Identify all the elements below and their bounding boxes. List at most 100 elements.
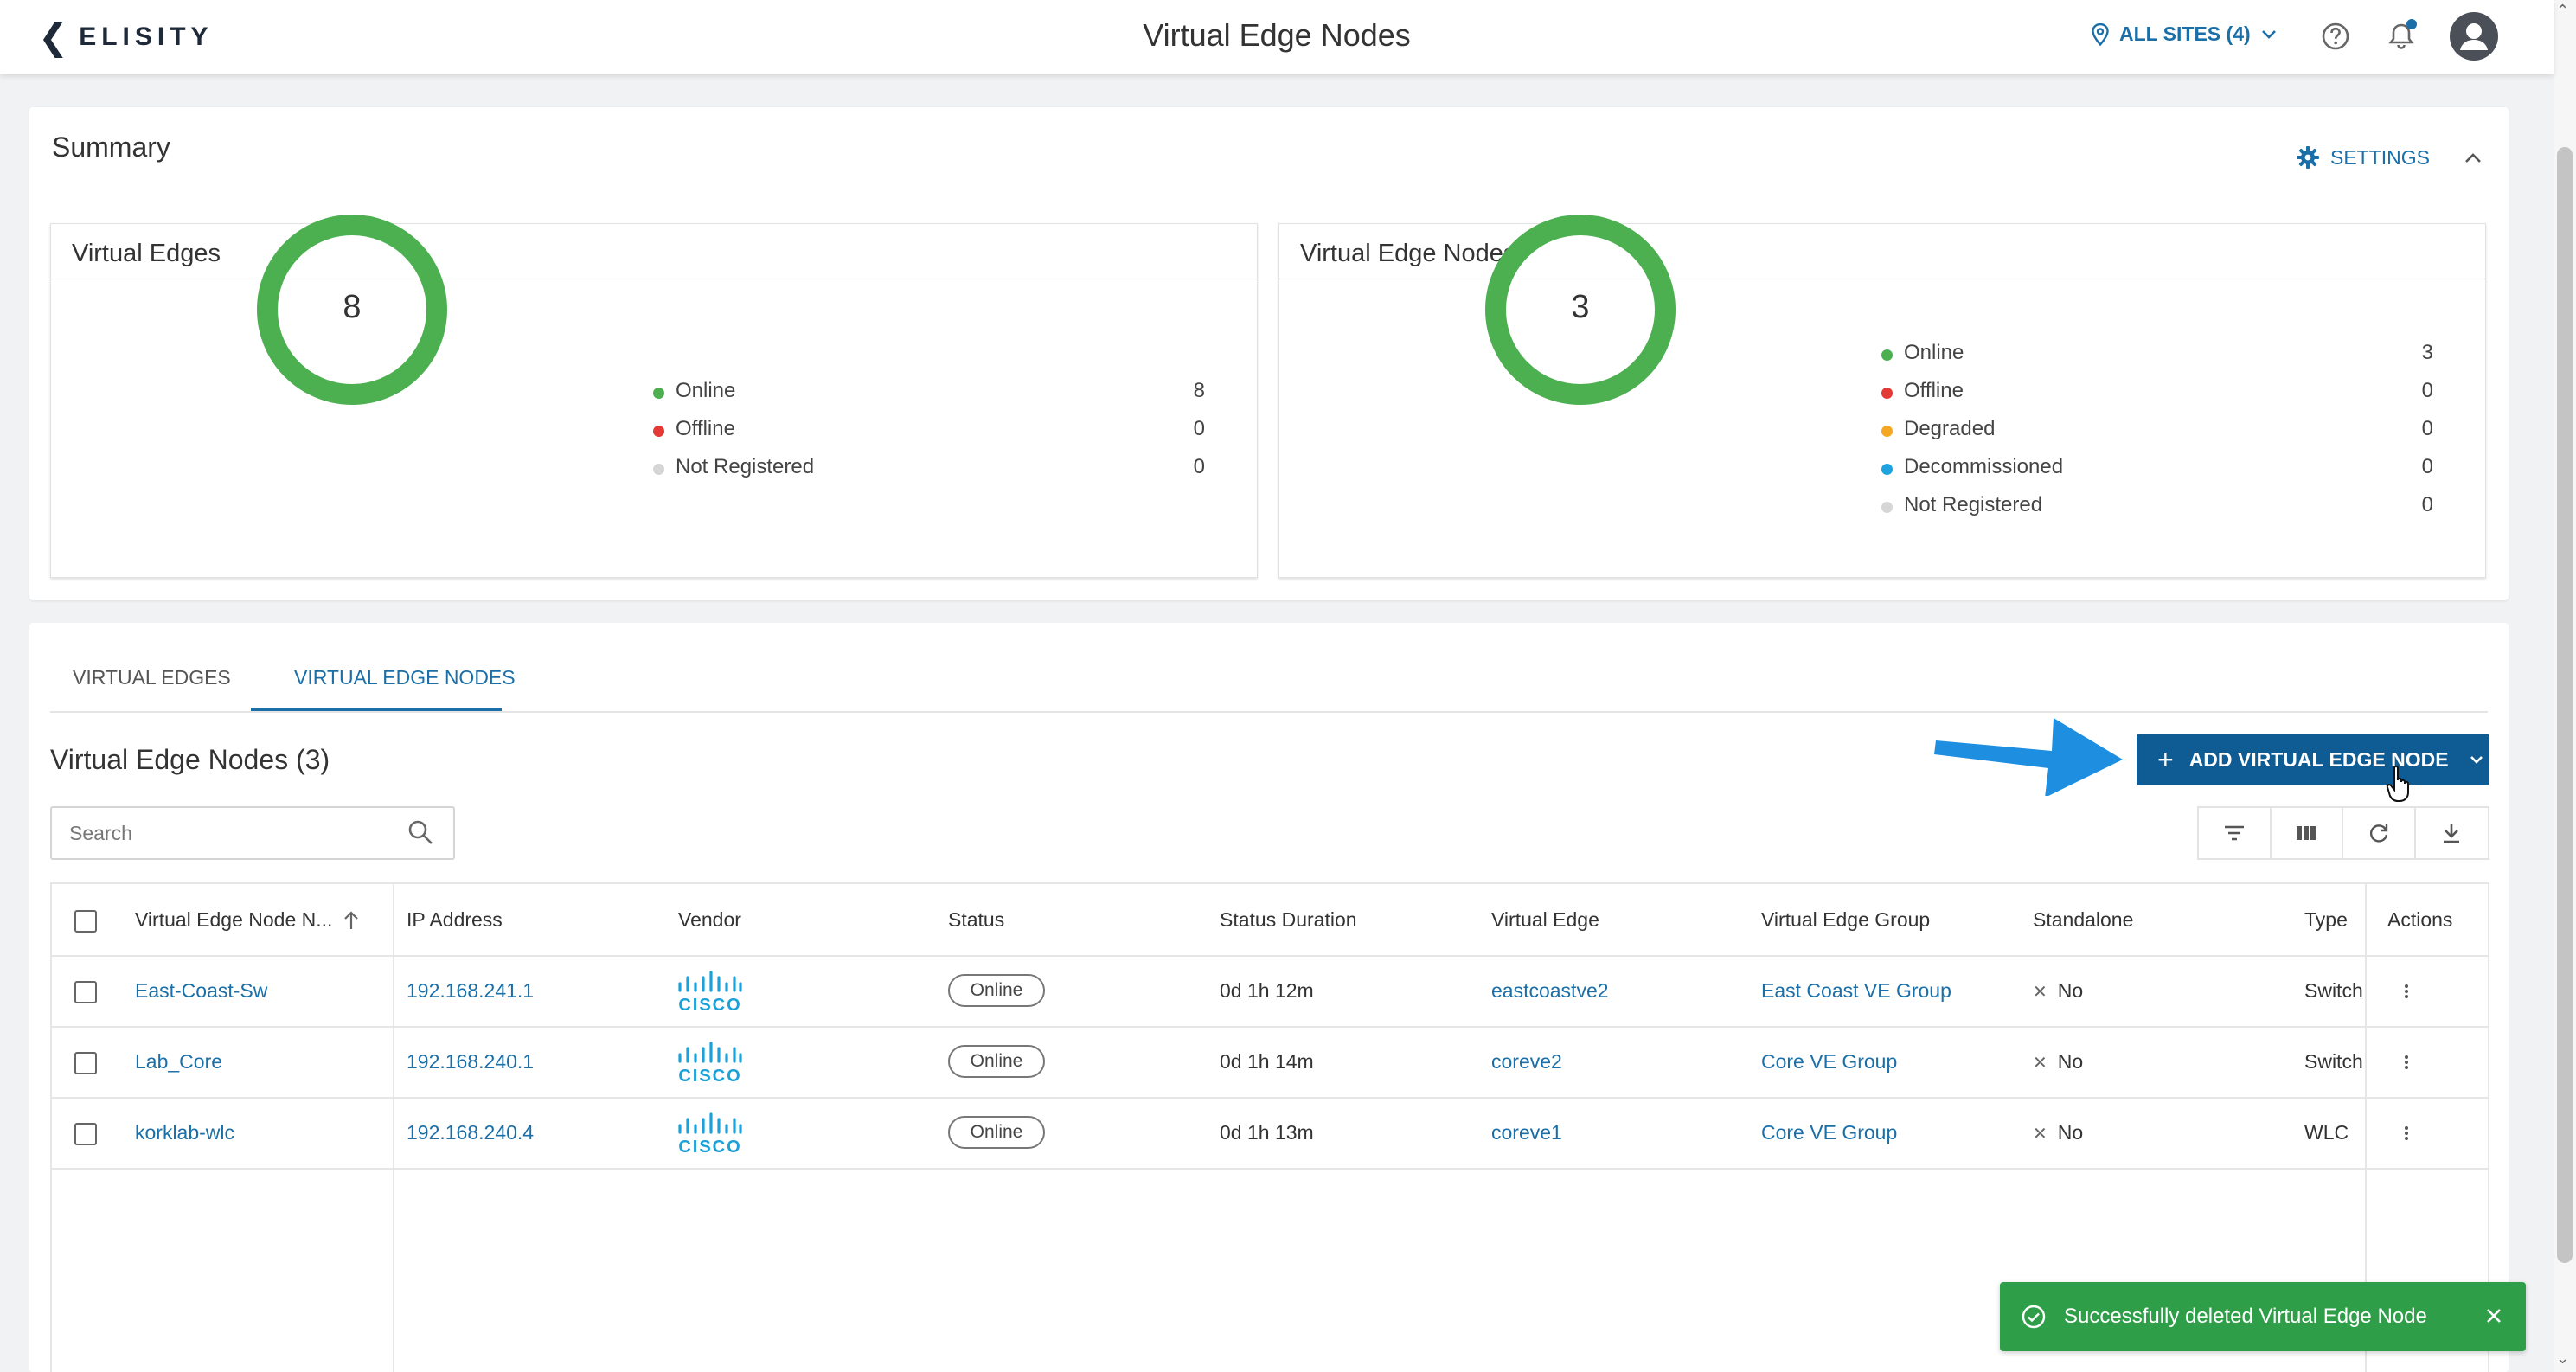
legend-label: Offline bbox=[1904, 379, 1964, 402]
refresh-icon bbox=[2369, 824, 2387, 843]
virtual-edge-group-link[interactable]: East Coast VE Group bbox=[1761, 979, 1951, 1003]
legend-label: Offline bbox=[676, 417, 735, 440]
legend-row: Not Registered 0 bbox=[653, 453, 1205, 491]
tab-virtual-edge-nodes[interactable]: VIRTUAL EDGE NODES bbox=[294, 666, 516, 689]
row-checkbox[interactable] bbox=[74, 981, 97, 1003]
refresh-button[interactable] bbox=[2343, 808, 2416, 858]
legend-value: 0 bbox=[1193, 455, 1205, 478]
settings-button[interactable]: SETTINGS bbox=[2296, 145, 2430, 170]
status-badge: Online bbox=[948, 974, 1045, 1007]
columns-icon bbox=[2297, 826, 2316, 840]
table-toolbar bbox=[2197, 806, 2489, 860]
legend-value: 3 bbox=[2421, 341, 2433, 364]
status-dot bbox=[653, 426, 664, 437]
scroll-down-icon[interactable]: ⌄ bbox=[2556, 1350, 2569, 1368]
column-header-standalone[interactable]: Standalone bbox=[2033, 908, 2133, 932]
virtual-edge-link[interactable]: eastcoastve2 bbox=[1491, 979, 1609, 1003]
ip-address-link[interactable]: 192.168.241.1 bbox=[407, 979, 534, 1003]
table-row[interactable]: Lab_Core 192.168.240.1 CISCO Online 0d 1… bbox=[52, 1028, 2488, 1099]
column-header-virtual-edge[interactable]: Virtual Edge bbox=[1491, 908, 1599, 932]
cisco-logo-icon: CISCO bbox=[678, 971, 742, 1015]
search-input[interactable] bbox=[69, 820, 398, 846]
virtual-edge-nodes-legend: Online 3 Offline 0 Degraded 0 Decommissione… bbox=[1881, 339, 2433, 529]
virtual-edges-legend: Online 8 Offline 0 Not Registered 0 bbox=[653, 377, 1205, 491]
table-row[interactable]: korklab-wlc 192.168.240.4 CISCO Online 0… bbox=[52, 1099, 2488, 1170]
table-card: VIRTUAL EDGES VIRTUAL EDGE NODES Virtual… bbox=[29, 623, 2509, 1372]
legend-value: 0 bbox=[2421, 455, 2433, 478]
row-actions-menu-icon[interactable] bbox=[2400, 979, 2413, 1003]
settings-label: SETTINGS bbox=[2330, 145, 2431, 169]
row-actions-menu-icon[interactable] bbox=[2400, 1121, 2413, 1145]
status-dot bbox=[1881, 502, 1893, 513]
search-box[interactable] bbox=[50, 806, 455, 860]
column-header-status[interactable]: Status bbox=[948, 908, 1004, 932]
panel-title: Virtual Edges bbox=[51, 224, 1257, 279]
toast-message: Successfully deleted Virtual Edge Node bbox=[2064, 1305, 2427, 1328]
download-button[interactable] bbox=[2416, 808, 2488, 858]
virtual-edge-nodes-donut-chart: 3 bbox=[1483, 213, 1677, 407]
tab-bar: VIRTUAL EDGES VIRTUAL EDGE NODES bbox=[50, 623, 2488, 713]
column-header-vendor[interactable]: Vendor bbox=[678, 908, 741, 932]
panel-title: Virtual Edge Nodes bbox=[1279, 224, 2485, 279]
legend-row: Decommissioned 0 bbox=[1881, 453, 2433, 491]
virtual-edge-link[interactable]: coreve1 bbox=[1491, 1121, 1562, 1144]
node-name-link[interactable]: Lab_Core bbox=[135, 1050, 222, 1074]
row-checkbox[interactable] bbox=[74, 1052, 97, 1074]
table-row[interactable]: East-Coast-Sw 192.168.241.1 CISCO Online… bbox=[52, 957, 2488, 1028]
ip-address-link[interactable]: 192.168.240.1 bbox=[407, 1050, 534, 1074]
select-all-checkbox[interactable] bbox=[74, 910, 97, 933]
avatar[interactable] bbox=[2450, 12, 2498, 61]
site-selector[interactable]: ALL SITES (4) bbox=[2092, 22, 2277, 46]
column-header-status-duration[interactable]: Status Duration bbox=[1220, 908, 1357, 932]
filter-button[interactable] bbox=[2199, 808, 2272, 858]
status-dot bbox=[653, 388, 664, 399]
column-header-virtual-edge-group[interactable]: Virtual Edge Group bbox=[1761, 908, 1930, 932]
vendor-label: CISCO bbox=[678, 1138, 741, 1157]
notification-dot bbox=[2406, 19, 2417, 29]
help-icon[interactable] bbox=[2318, 19, 2353, 54]
grid-header: Virtual Edge Node N... IP Address Vendor… bbox=[52, 884, 2488, 957]
legend-row: Degraded 0 bbox=[1881, 415, 2433, 453]
column-header-actions: Actions bbox=[2387, 908, 2453, 931]
legend-label: Not Registered bbox=[1904, 493, 2043, 516]
legend-row: Online 8 bbox=[653, 377, 1205, 415]
plus-icon: + bbox=[2157, 743, 2174, 775]
gear-icon bbox=[2297, 146, 2319, 169]
virtual-edge-group-link[interactable]: Core VE Group bbox=[1761, 1050, 1897, 1074]
status-dot bbox=[653, 464, 664, 475]
tab-virtual-edges[interactable]: VIRTUAL EDGES bbox=[73, 666, 231, 689]
hand-cursor-icon bbox=[2386, 765, 2409, 802]
row-actions-menu-icon[interactable] bbox=[2400, 1050, 2413, 1074]
status-dot bbox=[1881, 426, 1893, 437]
virtual-edge-link[interactable]: coreve2 bbox=[1491, 1050, 1562, 1074]
legend-row: Offline 0 bbox=[653, 415, 1205, 453]
legend-value: 0 bbox=[2421, 379, 2433, 402]
columns-button[interactable] bbox=[2272, 808, 2343, 858]
legend-label: Decommissioned bbox=[1904, 455, 2064, 478]
success-toast: Successfully deleted Virtual Edge Node bbox=[2000, 1282, 2526, 1351]
column-header-ip[interactable]: IP Address bbox=[407, 908, 503, 932]
top-bar: ❮ ELISITY Virtual Edge Nodes ALL SITES (… bbox=[0, 0, 2554, 74]
standalone-text: No bbox=[2057, 979, 2084, 1002]
close-icon[interactable] bbox=[2481, 1303, 2507, 1329]
chevron-up-icon[interactable] bbox=[2460, 145, 2486, 171]
status-duration: 0d 1h 13m bbox=[1220, 1121, 1314, 1144]
search-icon[interactable] bbox=[407, 818, 434, 846]
ip-address-link[interactable]: 192.168.240.4 bbox=[407, 1121, 534, 1144]
chevron-down-icon bbox=[2261, 29, 2276, 39]
scrollbar-thumb[interactable] bbox=[2557, 147, 2573, 1263]
scroll-up-icon[interactable]: ⌃ bbox=[2556, 2, 2569, 20]
status-dot bbox=[1881, 349, 1893, 361]
status-duration: 0d 1h 12m bbox=[1220, 979, 1314, 1002]
virtual-edge-group-link[interactable]: Core VE Group bbox=[1761, 1121, 1897, 1144]
row-checkbox[interactable] bbox=[74, 1123, 97, 1145]
node-name-link[interactable]: East-Coast-Sw bbox=[135, 979, 267, 1003]
node-name-link[interactable]: korklab-wlc bbox=[135, 1121, 234, 1144]
standalone-value: ✕ No bbox=[2033, 1121, 2083, 1144]
column-header-type[interactable]: Type bbox=[2304, 908, 2348, 932]
column-header-name[interactable]: Virtual Edge Node N... bbox=[135, 908, 332, 932]
standalone-text: No bbox=[2057, 1121, 2084, 1144]
cisco-logo-icon: CISCO bbox=[678, 1042, 742, 1086]
add-virtual-edge-node-button[interactable]: + ADD VIRTUAL EDGE NODE bbox=[2137, 734, 2489, 785]
sort-arrow-up-icon[interactable] bbox=[343, 910, 360, 931]
